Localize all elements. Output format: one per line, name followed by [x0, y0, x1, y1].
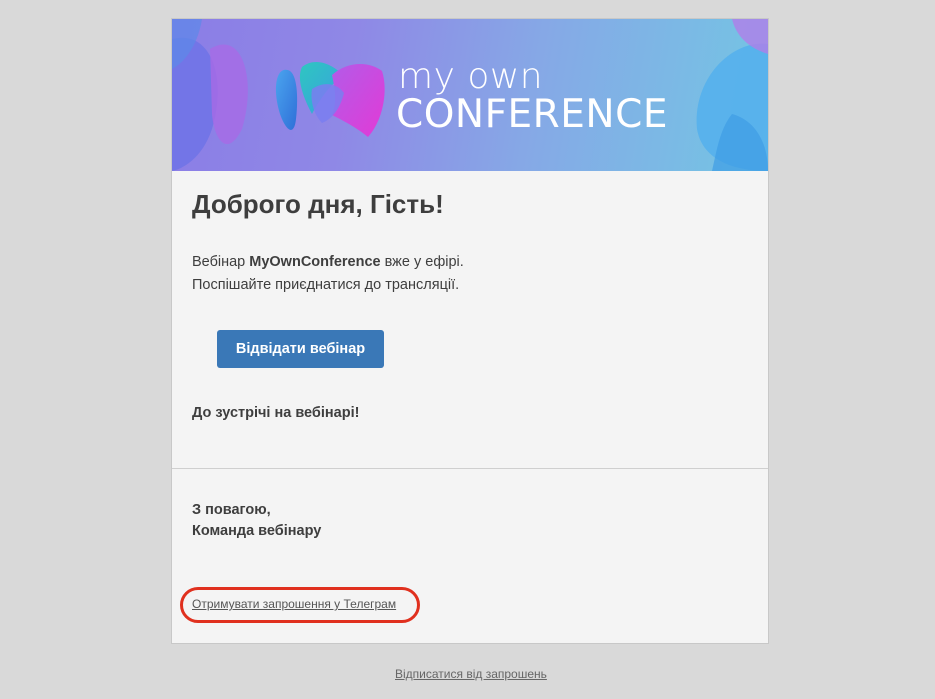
see-you-text: До зустрічі на вебінарі!: [192, 405, 360, 421]
brand-wordmark-line1: my own: [398, 56, 544, 97]
webinar-name: MyOwnConference: [249, 254, 381, 270]
intro-text: Вебінар MyOwnConference вже у ефірі. Пос…: [192, 251, 464, 297]
signoff-line2: Команда вебінару: [192, 523, 322, 539]
unsubscribe-link[interactable]: Відписатися від запрошень: [395, 667, 547, 681]
intro-suffix: вже у ефірі.: [380, 254, 464, 270]
section-divider: [172, 468, 768, 469]
telegram-invite-link[interactable]: Отримувати запрошення у Телеграм: [192, 597, 396, 611]
visit-webinar-button[interactable]: Відвідати вебінар: [217, 330, 384, 368]
greeting-heading: Доброго дня, Гість!: [192, 189, 444, 219]
logo-mark-icon: [275, 61, 385, 137]
conference-banner: my own CONFERENCE: [172, 19, 768, 171]
left-petal-shape-2: [210, 44, 248, 145]
signoff-block: З повагою, Команда вебінару: [192, 500, 321, 542]
intro-prefix: Вебінар: [192, 254, 250, 270]
brand-wordmark-line2: CONFERENCE: [396, 92, 668, 137]
signoff-line1: З повагою,: [192, 502, 271, 518]
email-card: my own CONFERENCE Доброго дня, Гість! Ве…: [171, 18, 769, 644]
intro-line2: Поспішайте приєднатися до трансляції.: [192, 277, 460, 293]
intro-line1: Вебінар MyOwnConference вже у ефірі.: [192, 251, 464, 274]
